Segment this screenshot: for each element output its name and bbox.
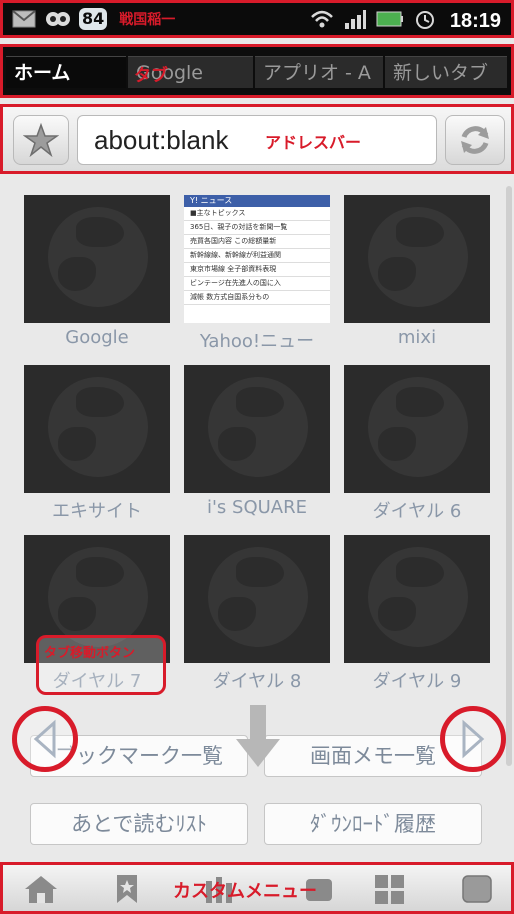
globe-icon — [208, 377, 308, 477]
speed-dial-tile[interactable]: ダイヤル 9 — [344, 535, 490, 693]
tile-label: ダイヤル 9 — [372, 671, 462, 692]
speed-dial-tile[interactable]: mixi — [344, 195, 490, 348]
tile-label: Yahoo!ニュー — [199, 331, 315, 352]
grid-icon[interactable] — [369, 871, 409, 907]
speed-dial-tile[interactable]: エキサイト — [24, 365, 170, 523]
tab-bar: ホーム Google アプリオ - A 新しいタブ タブ — [0, 44, 514, 98]
tile-label: ダイヤル 6 — [372, 501, 462, 522]
globe-icon — [368, 207, 468, 307]
globe-icon — [368, 547, 468, 647]
tile-label: Google — [65, 327, 129, 348]
download-history-button[interactable]: ﾀﾞｳﾝﾛｰﾄﾞ履歴 — [264, 803, 482, 845]
custom-menu-bar: カスタムメニュー — [0, 862, 514, 914]
mail-icon — [11, 7, 37, 31]
tabs-overview-icon[interactable] — [457, 871, 497, 907]
status-bar: 84 戦国稲一 18:19 — [0, 0, 514, 38]
refresh-button[interactable] — [445, 115, 505, 165]
home-icon[interactable] — [21, 871, 61, 907]
bookmark-icon[interactable] — [107, 871, 147, 907]
address-annotation: アドレスバー — [265, 133, 362, 152]
alarm-icon — [414, 8, 436, 34]
bubble-annotation: タブ移動ボタン — [44, 646, 136, 661]
next-tab-button[interactable] — [440, 706, 506, 772]
bookmark-star-button[interactable] — [13, 115, 69, 165]
globe-icon — [208, 547, 308, 647]
wifi-icon — [310, 9, 334, 33]
chevron-right-icon — [462, 719, 485, 759]
tab-new-tab[interactable]: 新しいタブ — [385, 56, 507, 88]
star-icon — [23, 122, 59, 158]
signal-icon — [344, 9, 366, 33]
speed-dial-tile[interactable]: Y! ニュース ■主なトピックス 365日、親子の対話を新聞一覧 売買各国内容 … — [184, 195, 330, 353]
pull-down-arrow-icon[interactable] — [218, 700, 298, 772]
speed-dial-tile[interactable]: ダイヤル 6 — [344, 365, 490, 523]
tab-aprio[interactable]: アプリオ - A — [255, 56, 383, 88]
globe-icon — [48, 207, 148, 307]
tile-label: mixi — [397, 327, 437, 348]
speed-dial-tile[interactable]: i's SQUARE — [184, 365, 330, 518]
notification-badge: 84 — [79, 8, 108, 30]
yahoo-news-preview: Y! ニュース ■主なトピックス 365日、親子の対話を新聞一覧 売買各国内容 … — [184, 195, 330, 323]
scrollbar[interactable] — [506, 186, 512, 766]
chevron-left-icon — [33, 719, 56, 759]
tab-home[interactable]: ホーム — [6, 56, 126, 88]
address-bar: about:blank アドレスバー — [0, 104, 514, 174]
battery-icon — [376, 10, 404, 32]
status-annotation: 戦国稲一 — [119, 12, 176, 28]
globe-icon — [368, 377, 468, 477]
read-later-button[interactable]: あとで読むﾘｽﾄ — [30, 803, 248, 845]
globe-icon — [48, 547, 148, 647]
tile-label: エキサイト — [52, 501, 142, 522]
globe-icon — [48, 377, 148, 477]
tile-label: ダイヤル 8 — [212, 671, 302, 692]
tabs-annotation: タブ — [134, 66, 168, 86]
previous-tab-button[interactable] — [12, 706, 78, 772]
refresh-icon — [461, 126, 489, 154]
tile-label: i's SQUARE — [206, 497, 307, 518]
speed-dial-tile[interactable]: ダイヤル 8 — [184, 535, 330, 693]
speed-dial-tile[interactable]: Google — [24, 195, 170, 348]
owl-icon — [45, 7, 71, 31]
url-field[interactable]: about:blank — [77, 115, 437, 165]
clock: 18:19 — [449, 9, 501, 32]
custom-menu-annotation: カスタムメニュー — [173, 881, 317, 902]
